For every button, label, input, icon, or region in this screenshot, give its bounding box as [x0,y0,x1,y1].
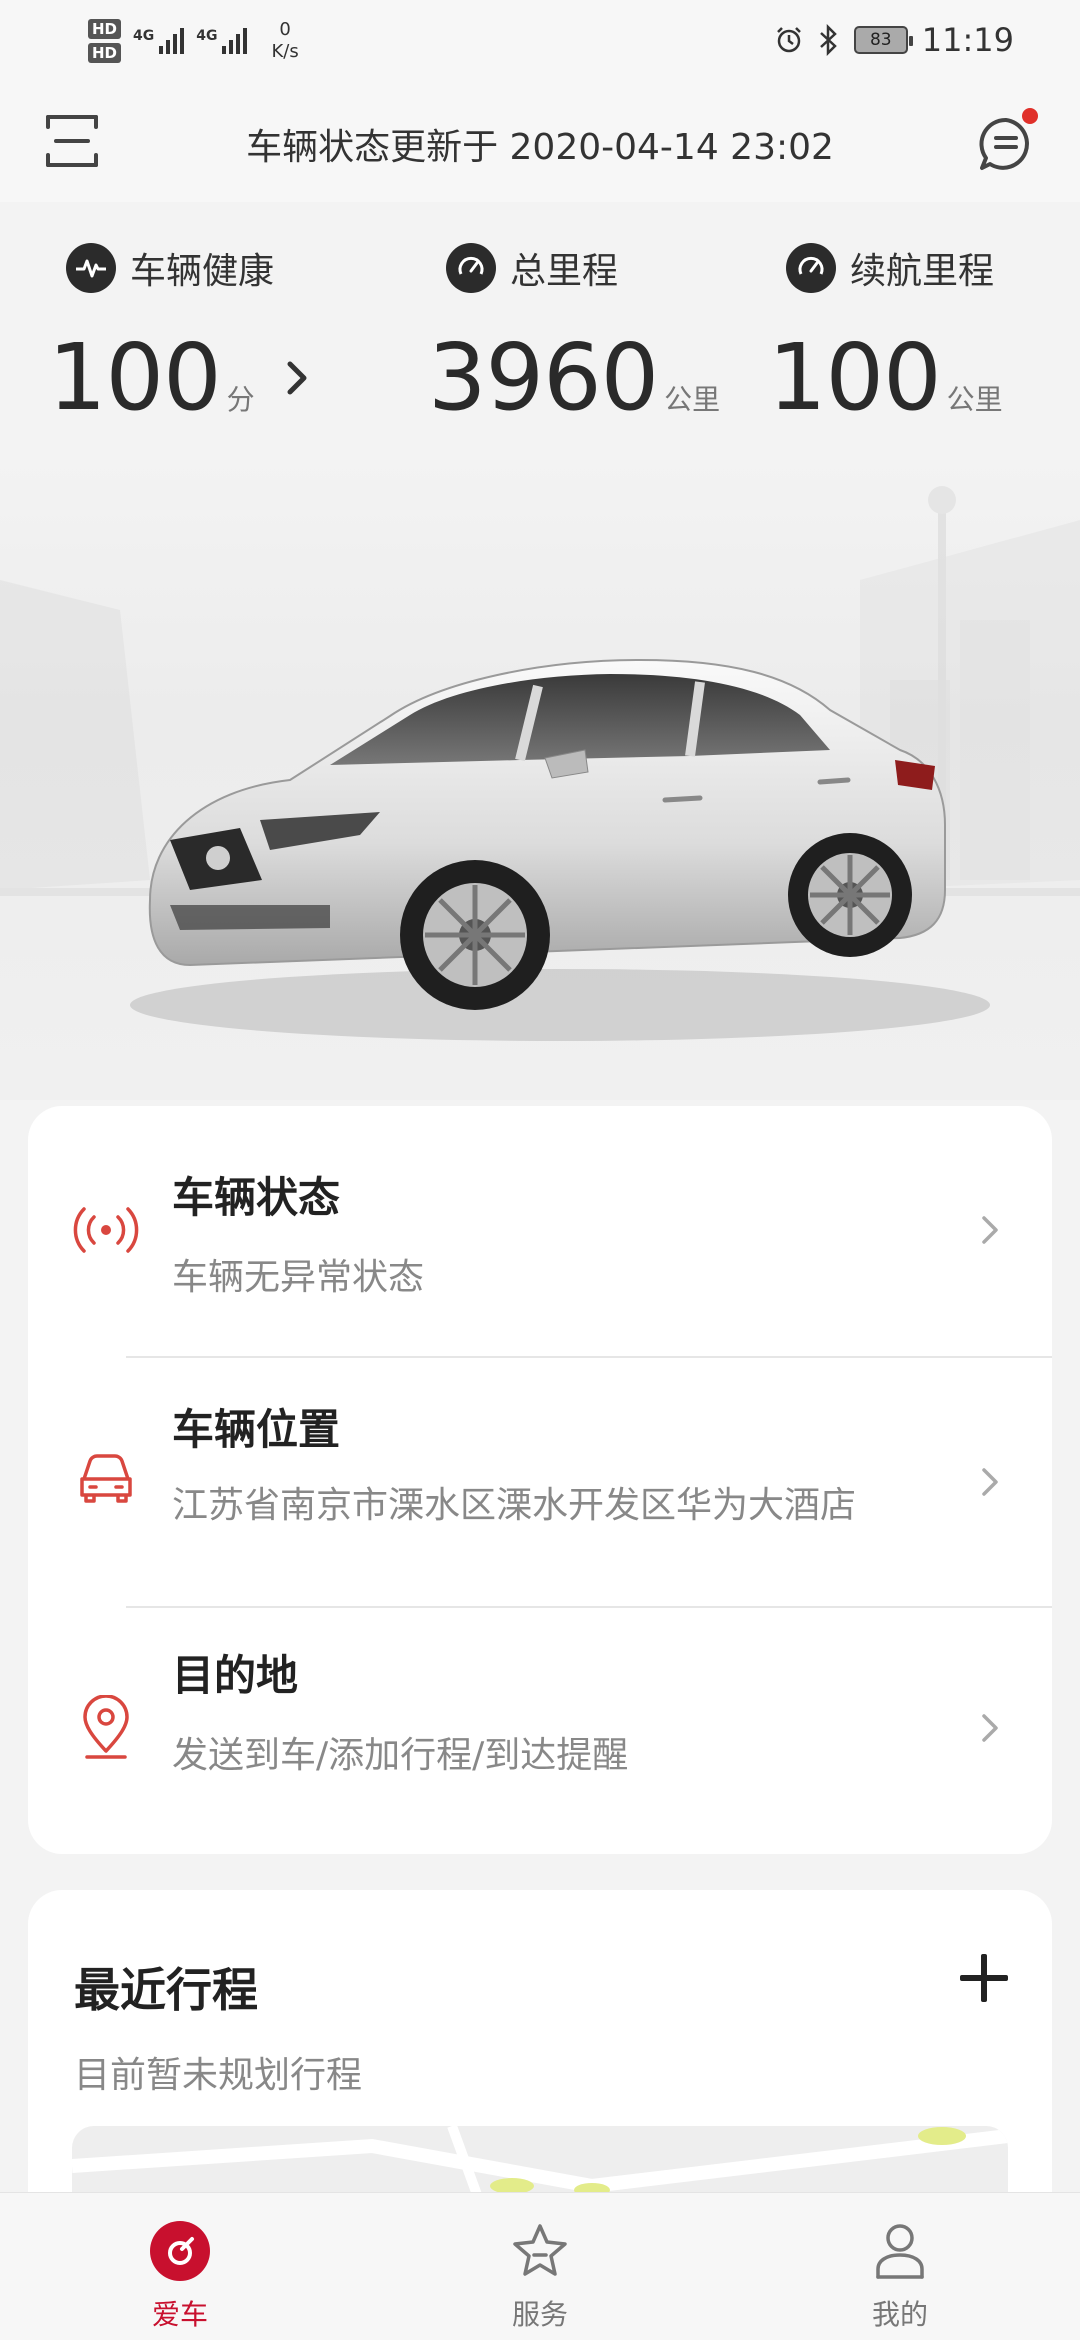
page-title: 车辆状态更新于 2020-04-14 23:02 [246,127,834,168]
stat-total-mileage-header: 总里程 [446,240,618,296]
row-destination-title: 目的地 [172,1651,299,1700]
stat-total-mileage-value: 3960 公里 [428,324,720,431]
stat-health-label: 车辆健康 [130,251,275,292]
row-vehicle-location-subtitle: 江苏省南京市溧水区溧水开发区华为大酒店 [172,1485,857,1526]
signal-icon-1: 4G [133,28,185,54]
row-vehicle-location[interactable]: 车辆位置 江苏省南京市溧水区溧水开发区华为大酒店 [28,1358,1052,1606]
stat-range-label: 续航里程 [850,251,995,292]
location-pin-icon [68,1690,144,1766]
alarm-icon [776,27,801,53]
messages-button[interactable] [976,108,1038,174]
nav-item-service-label: 服务 [511,2298,568,2331]
stat-range-number: 100 [768,324,942,431]
hd-badge-1: HD [88,19,122,39]
speedometer-icon [446,243,496,293]
recent-trips-subtitle: 目前暂未规划行程 [74,2055,363,2096]
recent-trips-title: 最近行程 [74,1963,258,2017]
notification-dot [1022,108,1038,124]
signal-broadcast-icon [68,1192,144,1268]
row-vehicle-status-subtitle: 车辆无异常状态 [172,1257,425,1298]
hd-badges: HD HD [88,19,122,63]
network-speed-unit: K/s [271,41,299,62]
hd-badge-2: HD [88,43,122,63]
stat-range: 续航里程 100 公里 [768,240,1003,431]
heartbeat-icon [66,243,116,293]
stat-total-mileage-label: 总里程 [510,251,619,292]
stat-health-value: 100 分 [48,324,255,431]
chevron-right-icon [982,1216,998,1244]
row-vehicle-location-title: 车辆位置 [172,1405,341,1454]
stat-total-mileage-unit: 公里 [664,383,721,416]
front-wheel [400,860,550,1010]
nav-item-me-label: 我的 [871,2298,928,2331]
add-trip-button[interactable] [960,1954,1008,2002]
nav-item-my-car[interactable]: 爱车 [80,2193,280,2340]
clock: 11:19 [921,21,1014,59]
row-vehicle-status-title: 车辆状态 [172,1173,341,1222]
car-icon [68,1440,144,1516]
vehicle-info-card: 车辆状态 车辆无异常状态 车辆位置 江苏省南京市溧水区溧水开发区华为大酒店 目的… [28,1106,1052,1854]
chevron-right-icon [982,1468,998,1496]
row-vehicle-status[interactable]: 车辆状态 车辆无异常状态 [28,1106,1052,1356]
top-bar: 车辆状态更新于 2020-04-14 23:02 [0,80,1080,202]
rear-wheel [788,833,912,957]
stat-range-value: 100 公里 [768,324,1003,431]
car-image [0,486,1080,1041]
star-icon [508,2219,572,2283]
stat-total-mileage-number: 3960 [428,324,659,431]
bluetooth-icon [819,24,837,56]
row-destination[interactable]: 目的地 发送到车/添加行程/到达提醒 [28,1608,1052,1854]
network-speed: 0 K/s [271,19,298,63]
battery-indicator: 83 [853,26,913,54]
network-type-1: 4G [133,28,155,44]
nav-item-service[interactable]: 服务 [440,2193,640,2340]
nav-item-my-car-label: 爱车 [151,2298,208,2331]
status-bar: HD HD 4G 4G 0 K/s 83 11:19 [0,0,1080,80]
network-speed-value: 0 [279,19,291,40]
vehicle-stats: 车辆健康 100 分 总里程 3960 公里 续航里程 100 公里 [0,240,1080,440]
person-icon [868,2219,932,2283]
car-hero [0,460,1080,1100]
chevron-right-icon[interactable] [282,358,312,398]
network-type-2: 4G [196,28,218,44]
stat-range-unit: 公里 [946,383,1003,416]
status-right: 83 11:19 [774,18,1014,62]
status-left: HD HD 4G 4G 0 K/s [88,12,299,70]
chevron-right-icon [982,1714,998,1742]
stat-health-unit: 分 [226,383,255,416]
stat-range-header: 续航里程 [786,240,994,296]
stat-health-header: 车辆健康 [66,240,274,296]
app-screen: HD HD 4G 4G 0 K/s 83 11:19 车辆状态更新于 2020-… [0,0,1080,2340]
stat-health[interactable]: 车辆健康 100 分 [48,240,274,431]
row-destination-subtitle: 发送到车/添加行程/到达提醒 [172,1735,629,1776]
gauge-icon [786,243,836,293]
signal-icon-2: 4G [196,28,248,54]
steering-wheel-icon [148,2219,212,2283]
stat-health-number: 100 [48,324,222,431]
nav-item-me[interactable]: 我的 [800,2193,1000,2340]
bottom-nav: 爱车 服务 我的 [0,2192,1080,2340]
stat-total-mileage: 总里程 3960 公里 [428,240,720,431]
